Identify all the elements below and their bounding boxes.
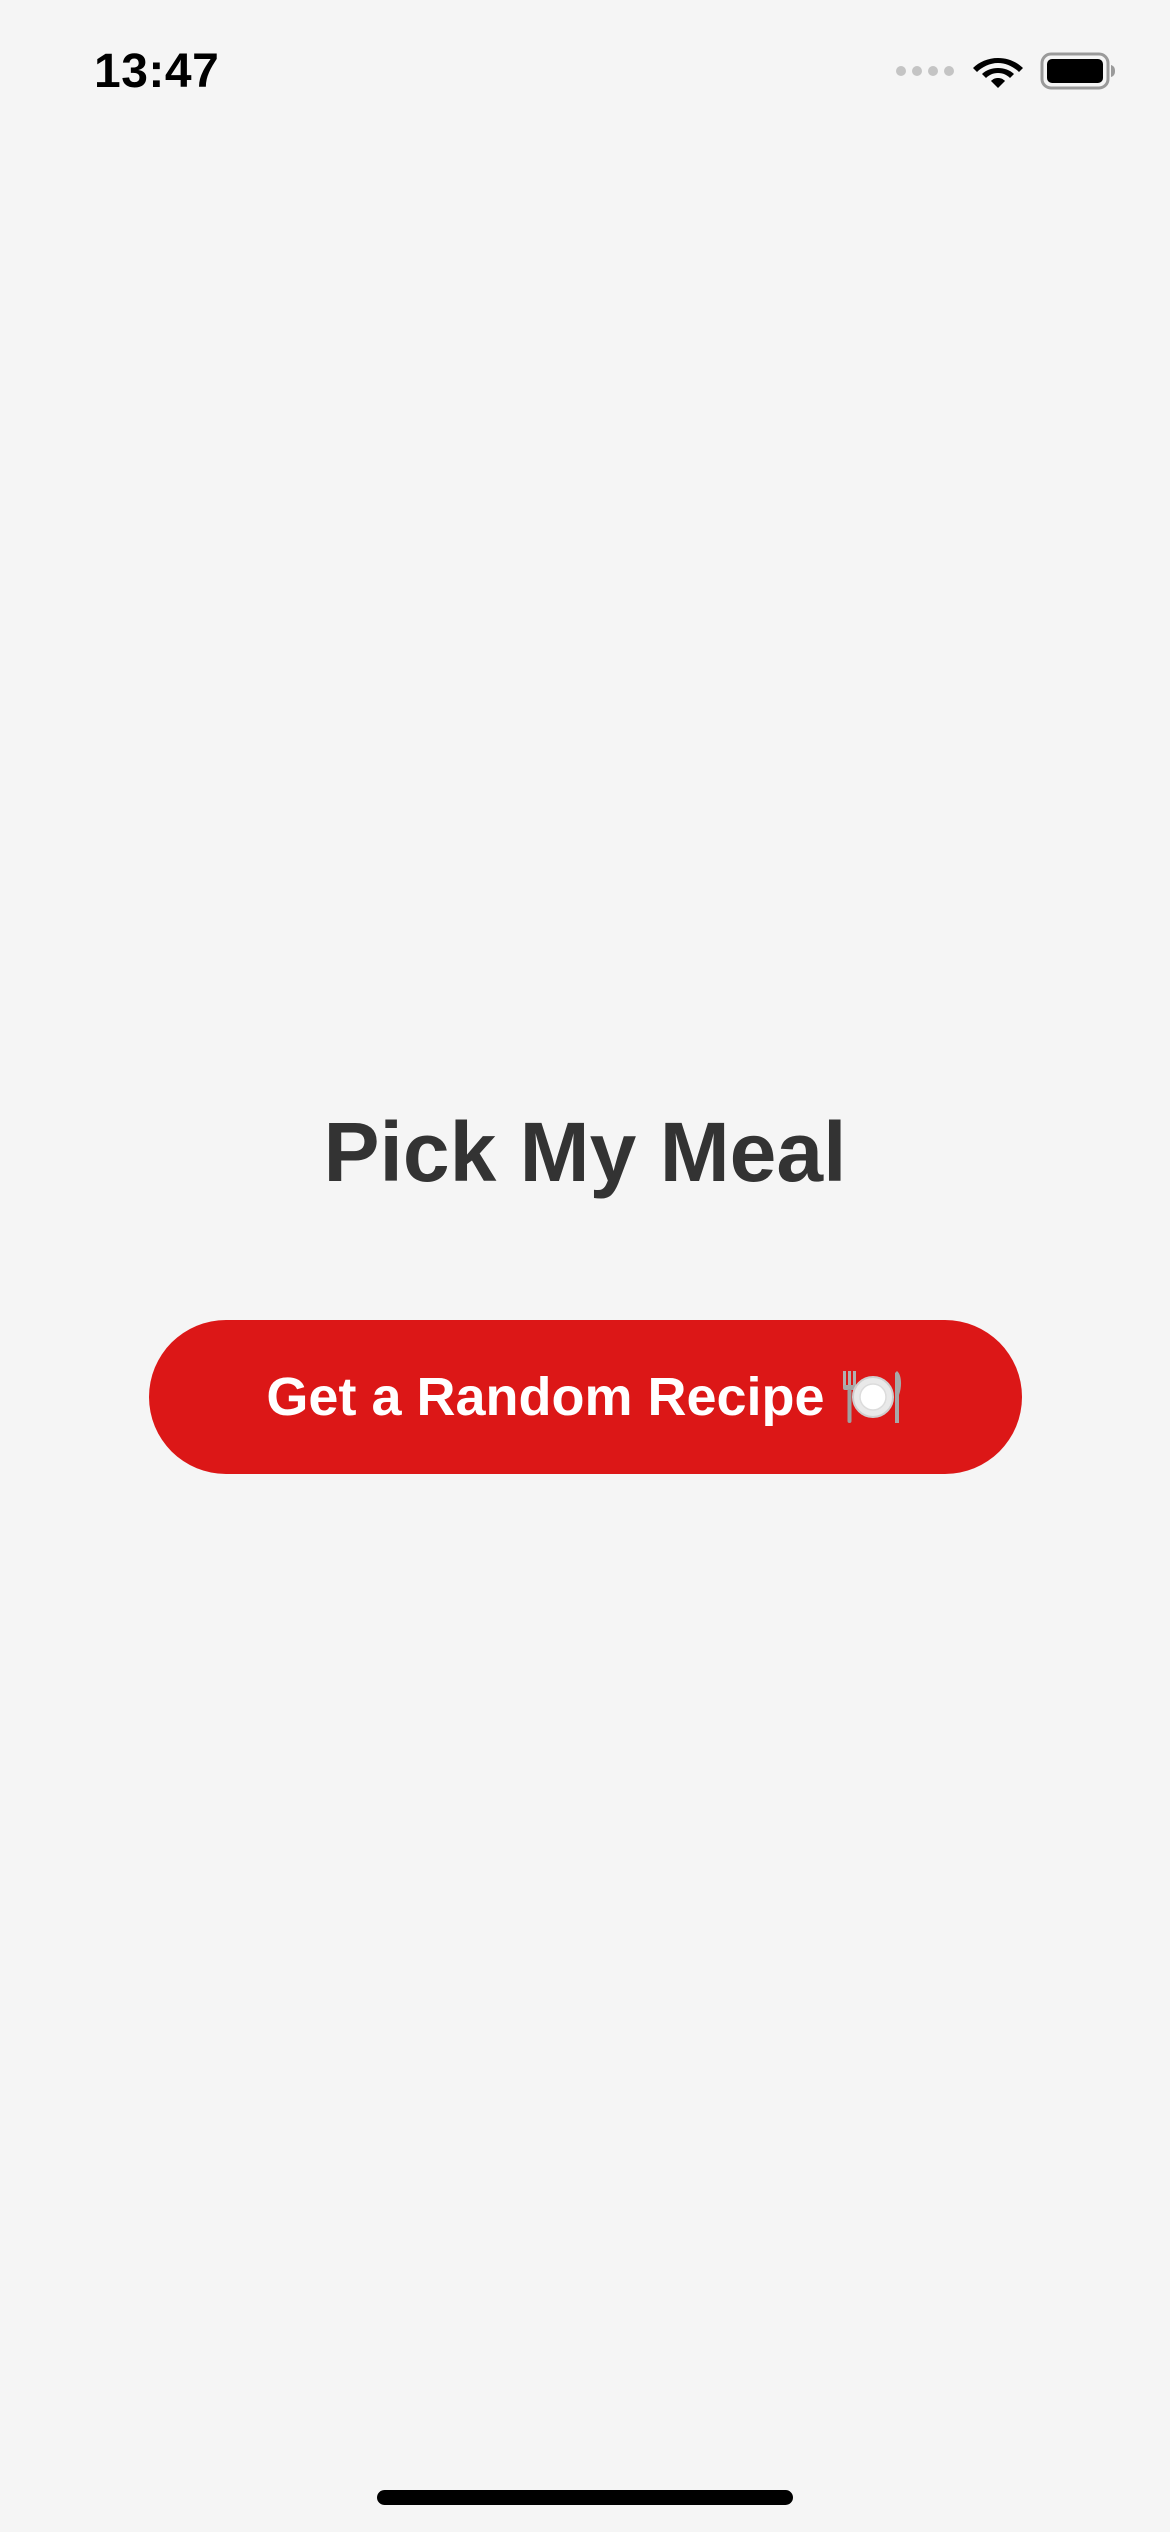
plate-cutlery-icon (839, 1367, 905, 1427)
get-random-recipe-label: Get a Random Recipe (266, 1367, 825, 1427)
app-title: Pick My Meal (323, 1105, 847, 1199)
main-content: Pick My Meal Get a Random Recipe (0, 0, 1170, 2532)
home-indicator (377, 2490, 793, 2505)
get-random-recipe-button[interactable]: Get a Random Recipe (149, 1320, 1022, 1474)
